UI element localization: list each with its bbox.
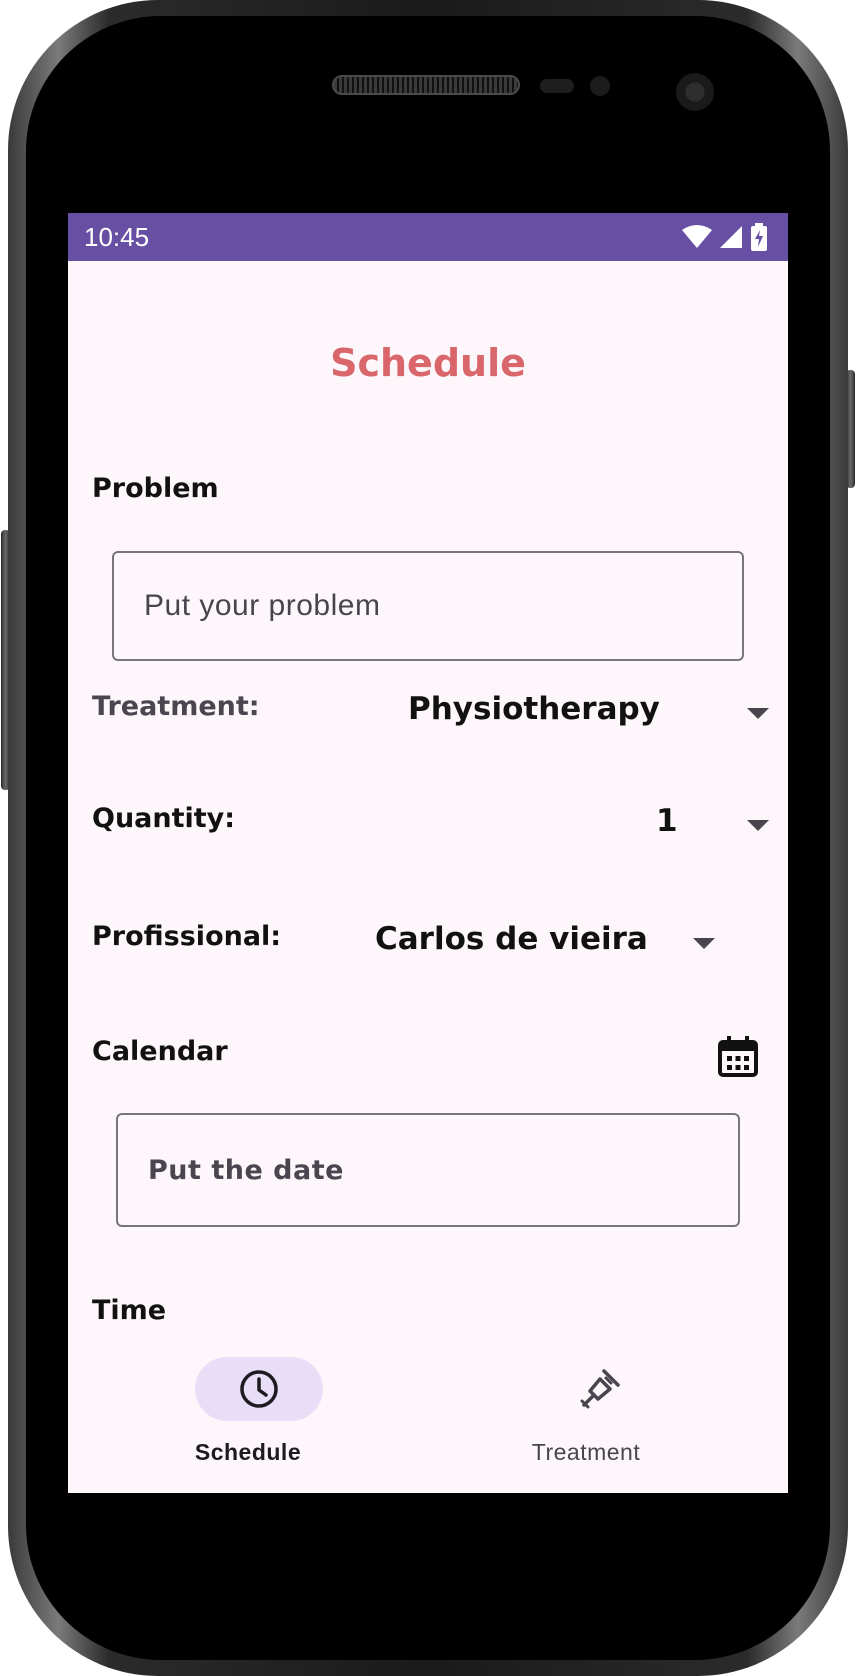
bottom-navigation: Schedule Treatment bbox=[68, 1331, 788, 1493]
status-bar: 10:45 bbox=[68, 213, 788, 261]
page-title: Schedule bbox=[330, 341, 526, 385]
front-camera bbox=[676, 73, 714, 111]
treatment-selected: Physiotherapy bbox=[408, 691, 660, 727]
nav-item-schedule[interactable]: Schedule bbox=[68, 1331, 428, 1493]
date-input[interactable]: Put the date bbox=[116, 1113, 740, 1227]
quantity-label: Quantity: bbox=[92, 803, 236, 834]
app-screen: 10:45 Schedule Problem Put your problem bbox=[68, 213, 788, 1493]
quantity-selected: 1 bbox=[656, 803, 678, 839]
quantity-dropdown[interactable]: 1 bbox=[628, 795, 788, 855]
device-frame: 10:45 Schedule Problem Put your problem bbox=[0, 0, 856, 1676]
light-sensor bbox=[590, 76, 610, 96]
nav-label-treatment: Treatment bbox=[531, 1439, 641, 1465]
problem-input[interactable]: Put your problem bbox=[112, 551, 744, 661]
earpiece-speaker bbox=[332, 75, 520, 95]
nav-item-treatment[interactable]: Treatment bbox=[406, 1331, 766, 1493]
wifi-icon bbox=[682, 225, 712, 248]
date-placeholder: Put the date bbox=[148, 1154, 344, 1186]
treatment-label: Treatment: bbox=[92, 691, 260, 722]
cellular-signal-icon bbox=[720, 226, 742, 248]
chevron-down-icon bbox=[747, 820, 769, 831]
treatment-dropdown[interactable]: Physiotherapy bbox=[398, 683, 788, 743]
calendar-icon[interactable] bbox=[718, 1035, 758, 1077]
chevron-down-icon bbox=[693, 938, 715, 949]
problem-label: Problem bbox=[92, 473, 219, 504]
status-time: 10:45 bbox=[84, 222, 150, 252]
nav-label-schedule: Schedule bbox=[194, 1439, 302, 1465]
calendar-label: Calendar bbox=[92, 1036, 228, 1067]
problem-placeholder: Put your problem bbox=[144, 589, 381, 622]
professional-label: Profissional: bbox=[92, 921, 282, 952]
battery-charging-icon bbox=[751, 223, 767, 251]
time-label: Time bbox=[92, 1295, 167, 1326]
professional-selected: Carlos de vieira bbox=[375, 921, 648, 957]
crutch-icon bbox=[580, 1369, 620, 1409]
proximity-sensor bbox=[540, 79, 574, 93]
professional-dropdown[interactable]: Carlos de vieira bbox=[368, 913, 768, 973]
chevron-down-icon bbox=[747, 708, 769, 719]
status-icons bbox=[682, 223, 768, 251]
clock-icon bbox=[240, 1370, 278, 1408]
